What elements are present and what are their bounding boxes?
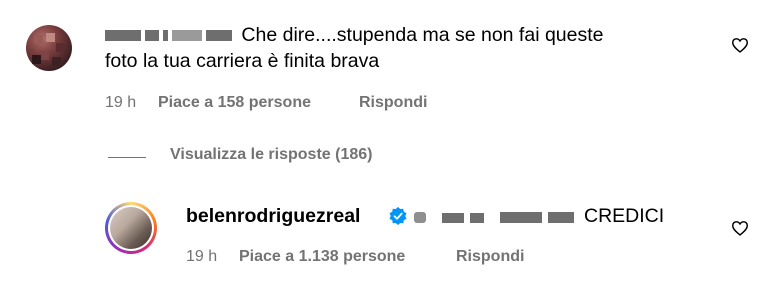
replies-divider [108,157,146,158]
reply-time: 19 h [186,248,218,265]
redacted-mention[interactable] [414,212,580,224]
view-replies-button[interactable]: Visualizza le risposte (186) [170,146,372,164]
redacted-username[interactable] [105,24,241,46]
commenter-avatar[interactable] [26,25,72,71]
comment-text-line2: foto la tua carriera è finita brava [105,50,380,72]
story-ring-avatar[interactable] [105,202,157,254]
reply-username[interactable]: belenrodriguezreal [186,205,360,228]
reply-text: CREDICI [584,205,665,227]
comment-text-line1: Che dire....stupenda ma se non fai quest… [241,24,604,46]
verified-badge-icon [389,207,407,225]
heart-icon[interactable] [731,37,749,53]
comment-body: Che dire....stupenda ma se non fai quest… [105,22,705,74]
heart-icon[interactable] [731,220,749,236]
comment-likes-link[interactable]: Piace a 158 persone [158,94,311,112]
avatar [110,207,152,249]
comment-time: 19 h [105,94,137,111]
reply-reply-button[interactable]: Rispondi [456,248,524,266]
reply-likes-link[interactable]: Piace a 1.138 persone [239,248,405,266]
comment-reply-button[interactable]: Rispondi [359,94,427,112]
